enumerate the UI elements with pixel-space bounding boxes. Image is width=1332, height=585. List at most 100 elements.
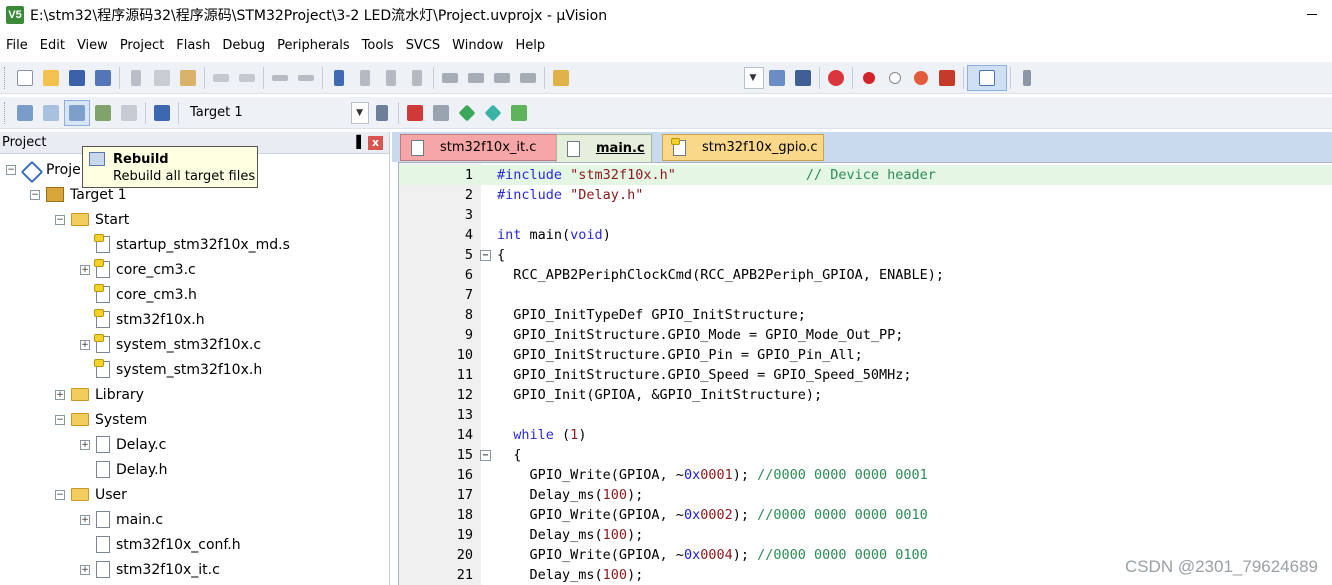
kill-breakpoints-icon[interactable]: [934, 65, 960, 91]
redo-icon[interactable]: [234, 65, 260, 91]
tree-item[interactable]: Delay.h: [80, 457, 167, 482]
find-in-files-icon[interactable]: [548, 65, 574, 91]
bookmark-icon[interactable]: [326, 65, 352, 91]
menu-debug[interactable]: Debug: [216, 33, 271, 59]
minimize-icon[interactable]: [1302, 4, 1322, 24]
uncomment-icon[interactable]: [515, 65, 541, 91]
code-editor[interactable]: 1 #include "stm32f10x.h" // Device header…: [398, 162, 1332, 585]
navigate-forward-icon[interactable]: [293, 65, 319, 91]
fold-icon[interactable]: −: [480, 250, 491, 261]
tree-item[interactable]: stm32f10x.h: [80, 307, 205, 332]
window-layout-icon[interactable]: [967, 64, 1007, 91]
menu-file[interactable]: File: [0, 33, 34, 59]
clear-bookmarks-icon[interactable]: [404, 65, 430, 91]
menu-peripherals[interactable]: Peripherals: [271, 33, 356, 59]
menu-tools[interactable]: Tools: [356, 33, 400, 59]
expand-icon[interactable]: +: [80, 564, 90, 575]
disable-breakpoints-icon[interactable]: [908, 65, 934, 91]
enable-breakpoint-icon[interactable]: [882, 65, 908, 91]
next-bookmark-icon[interactable]: [378, 65, 404, 91]
manage-project-items-icon[interactable]: [402, 100, 428, 126]
tab-stm32f10x-it-c[interactable]: stm32f10x_it.c: [400, 134, 560, 161]
tab-stm32f10x-gpio-c[interactable]: stm32f10x_gpio.c: [662, 134, 824, 161]
target-select[interactable]: ▼: [350, 101, 369, 124]
target-select-label[interactable]: Target 1: [182, 105, 251, 120]
find-icon[interactable]: [764, 65, 790, 91]
debug-session-icon[interactable]: [823, 65, 849, 91]
tree-item[interactable]: + system_stm32f10x.c: [80, 332, 261, 357]
target-options-icon[interactable]: [369, 100, 395, 126]
indent-icon[interactable]: [437, 65, 463, 91]
pin-icon[interactable]: ▐: [352, 135, 361, 149]
tree-item[interactable]: + stm32f10x_it.c: [80, 557, 220, 582]
tree-item[interactable]: core_cm3.h: [80, 282, 197, 307]
pack-installer-icon[interactable]: [480, 100, 506, 126]
insert-breakpoint-icon[interactable]: [856, 65, 882, 91]
chevron-down-icon[interactable]: ▼: [745, 68, 761, 88]
collapse-icon[interactable]: −: [55, 214, 65, 225]
folder-icon: [71, 388, 89, 401]
collapse-icon[interactable]: −: [30, 189, 40, 200]
software-packs-icon[interactable]: [506, 100, 532, 126]
menu-project[interactable]: Project: [114, 33, 170, 59]
manage-runtime-icon[interactable]: [454, 100, 480, 126]
download-load-icon[interactable]: [149, 100, 175, 126]
select-packs-icon[interactable]: [428, 100, 454, 126]
collapse-icon[interactable]: −: [6, 164, 16, 175]
build-icon[interactable]: [38, 100, 64, 126]
toolbar-separator: [544, 66, 545, 89]
toolbar-grip[interactable]: [4, 101, 8, 124]
tree-item[interactable]: system_stm32f10x.h: [80, 357, 262, 382]
incremental-find-icon[interactable]: [790, 65, 816, 91]
code-line: 18 GPIO_Write(GPIOA, ~0x0002); //0000 00…: [399, 505, 1332, 525]
tree-item[interactable]: + Delay.c: [80, 432, 166, 457]
menu-flash[interactable]: Flash: [170, 33, 216, 59]
tree-item[interactable]: + main.c: [80, 507, 163, 532]
fold-icon[interactable]: −: [480, 450, 491, 461]
comment-icon[interactable]: [489, 65, 515, 91]
collapse-icon[interactable]: −: [55, 414, 65, 425]
expand-icon[interactable]: +: [80, 514, 90, 525]
tab-main-c[interactable]: main.c: [556, 134, 652, 162]
tree-item[interactable]: + Library: [55, 382, 144, 407]
new-file-icon[interactable]: [12, 65, 38, 91]
paste-icon[interactable]: [175, 65, 201, 91]
tree-item[interactable]: startup_stm32f10x_md.s: [80, 232, 290, 257]
menu-svcs[interactable]: SVCS: [400, 33, 446, 59]
copy-icon[interactable]: [149, 65, 175, 91]
translate-icon[interactable]: [12, 100, 38, 126]
undo-icon[interactable]: [208, 65, 234, 91]
menu-view[interactable]: View: [71, 33, 114, 59]
cut-icon[interactable]: [123, 65, 149, 91]
configure-wrench-icon[interactable]: [1014, 65, 1040, 91]
tree-item[interactable]: stm32f10x_conf.h: [80, 532, 241, 557]
batch-build-icon[interactable]: [90, 100, 116, 126]
rebuild-icon[interactable]: [64, 99, 90, 126]
stop-build-icon[interactable]: [116, 100, 142, 126]
code-token: 100: [602, 567, 628, 583]
prev-bookmark-icon[interactable]: [352, 65, 378, 91]
expand-icon[interactable]: +: [80, 339, 90, 350]
find-combo[interactable]: ▼: [744, 66, 764, 89]
tree-item[interactable]: − Proje: [6, 157, 81, 182]
close-icon[interactable]: x: [368, 136, 383, 150]
tree-item[interactable]: − System: [55, 407, 147, 432]
unindent-icon[interactable]: [463, 65, 489, 91]
menu-edit[interactable]: Edit: [34, 33, 71, 59]
menu-help[interactable]: Help: [509, 33, 551, 59]
tree-item[interactable]: − User: [55, 482, 127, 507]
tree-item[interactable]: + core_cm3.c: [80, 257, 196, 282]
navigate-back-icon[interactable]: [267, 65, 293, 91]
expand-icon[interactable]: +: [80, 264, 90, 275]
chevron-down-icon[interactable]: ▼: [352, 103, 368, 123]
save-icon[interactable]: [64, 65, 90, 91]
open-folder-icon[interactable]: [38, 65, 64, 91]
save-all-icon[interactable]: [90, 65, 116, 91]
folder-icon: [71, 213, 89, 226]
menu-window[interactable]: Window: [446, 33, 509, 59]
expand-icon[interactable]: +: [55, 389, 65, 400]
toolbar-grip[interactable]: [4, 66, 8, 89]
tree-item[interactable]: − Start: [55, 207, 129, 232]
expand-icon[interactable]: +: [80, 439, 90, 450]
collapse-icon[interactable]: −: [55, 489, 65, 500]
